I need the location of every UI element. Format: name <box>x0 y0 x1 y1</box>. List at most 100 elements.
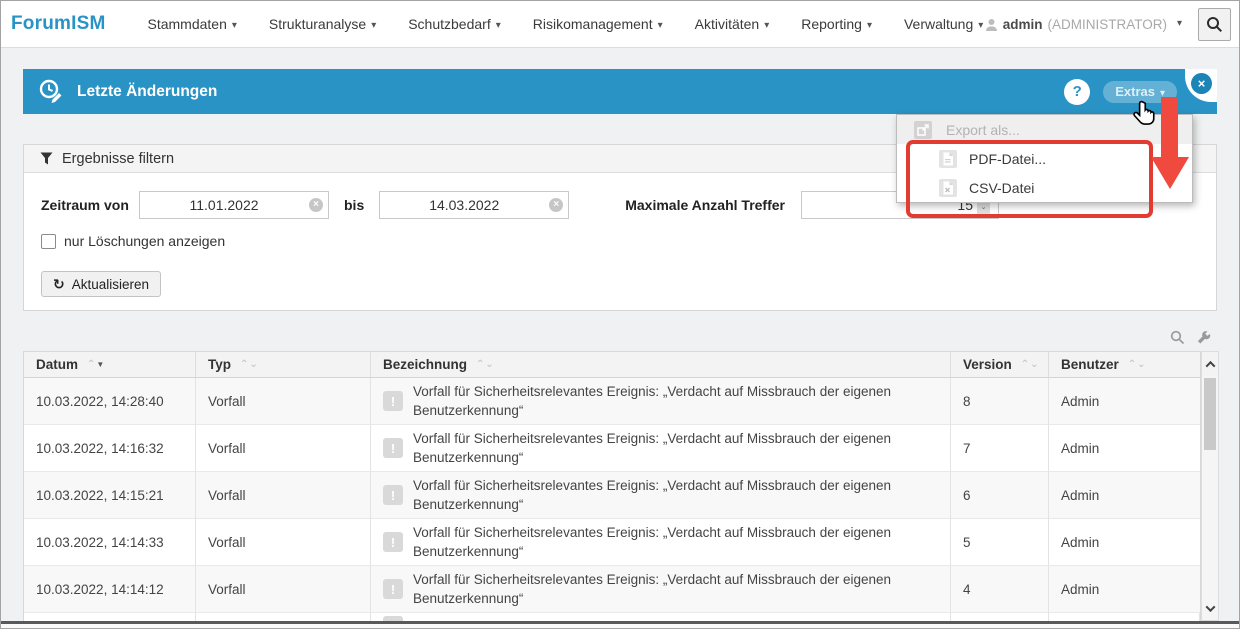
menu-aktivitaeten[interactable]: Aktivitäten▾ <box>695 16 770 32</box>
close-button[interactable]: × <box>1191 73 1212 94</box>
incident-exclamation-icon: ! <box>383 485 403 505</box>
clear-date-from-icon[interactable]: × <box>309 198 323 212</box>
date-to-input[interactable] <box>379 191 569 219</box>
table-row[interactable]: 10.03.2022, 14:14:12 Vorfall !Vorfall fü… <box>24 566 1200 613</box>
chevron-down-icon: ▾ <box>978 20 983 31</box>
cell-typ: Vorfall <box>196 378 371 425</box>
cell-version: 7 <box>951 425 1049 472</box>
table-row[interactable]: 10.03.2022, 14:14:33 Vorfall !Vorfall fü… <box>24 519 1200 566</box>
cell-version: 5 <box>951 519 1049 566</box>
menu-verwaltung[interactable]: Verwaltung▾ <box>904 16 983 32</box>
cell-datum: 10.03.2022, 14:14:12 <box>24 566 196 613</box>
cell-version: 4 <box>951 566 1049 613</box>
cell-bezeichnung: !Vorfall für Sicherheitsrelevantes Ereig… <box>371 519 951 566</box>
max-hits-label: Maximale Anzahl Treffer <box>625 197 785 213</box>
chevron-down-icon: ▾ <box>764 20 769 31</box>
sort-icon: ⌃⌄ <box>476 360 494 370</box>
cell-bezeichnung: !Vorfall für Sicherheitsrelevantes Ereig… <box>371 378 951 425</box>
date-to-label: bis <box>344 197 364 213</box>
user-icon <box>985 18 998 31</box>
chevron-down-icon: ▾ <box>1177 18 1182 29</box>
chevron-down-icon: ▾ <box>232 20 237 31</box>
sort-icon: ⌃⌄ <box>240 360 258 370</box>
cell-benutzer: Admin <box>1049 472 1200 519</box>
cell-benutzer: Admin <box>1049 519 1200 566</box>
cell-benutzer: Admin <box>1049 378 1200 425</box>
cell-typ: Vorfall <box>196 425 371 472</box>
cell-datum: 10.03.2022, 14:28:40 <box>24 378 196 425</box>
cell-datum: 10.03.2022, 14:16:32 <box>24 425 196 472</box>
forumism-window: ForumISM Stammdaten▾ Strukturanalyse▾ Sc… <box>0 0 1240 629</box>
annotation-arrow-head <box>1151 157 1189 189</box>
cell-typ: Vorfall <box>196 566 371 613</box>
table-header-row: Datum⌃▼ Typ⌃⌄ Bezeichnung⌃⌄ Version⌃⌄ Be… <box>24 352 1200 378</box>
panel-header: Letzte Änderungen ? Extras▾ × <box>23 69 1217 114</box>
menu-strukturanalyse[interactable]: Strukturanalyse▾ <box>269 16 376 32</box>
chevron-down-icon <box>1205 602 1215 612</box>
column-header-bezeichnung[interactable]: Bezeichnung⌃⌄ <box>371 352 951 378</box>
refresh-button[interactable]: ↻ Aktualisieren <box>41 271 161 297</box>
column-header-benutzer[interactable]: Benutzer⌃⌄ <box>1049 352 1200 378</box>
cell-typ: Vorfall <box>196 519 371 566</box>
cell-bezeichnung: !Vorfall für Sicherheitsrelevantes Ereig… <box>371 425 951 472</box>
table-row[interactable]: 10.03.2022, 14:15:21 Vorfall !Vorfall fü… <box>24 472 1200 519</box>
column-header-version[interactable]: Version⌃⌄ <box>951 352 1049 378</box>
date-from-input[interactable] <box>139 191 329 219</box>
cell-version: 6 <box>951 472 1049 519</box>
global-search-button[interactable] <box>1198 8 1231 41</box>
table-scrollbar[interactable] <box>1201 351 1219 621</box>
clock-pencil-icon <box>38 78 65 105</box>
incident-exclamation-icon: ! <box>383 579 403 599</box>
filter-row-checkbox: nur Löschungen anzeigen <box>41 233 225 249</box>
cell-datum: 10.03.2022, 14:14:33 <box>24 519 196 566</box>
cell-bezeichnung: !Vorfall für Sicherheitsrelevantes Ereig… <box>371 566 951 613</box>
help-button[interactable]: ? <box>1064 79 1090 105</box>
sort-icon: ⌃⌄ <box>1021 360 1039 370</box>
menu-stammdaten[interactable]: Stammdaten▾ <box>148 16 237 32</box>
cell-benutzer: Admin <box>1049 566 1200 613</box>
scroll-down-button[interactable] <box>1202 596 1218 620</box>
chevron-down-icon: ▾ <box>496 20 501 31</box>
cursor-hand-icon <box>1129 99 1159 129</box>
top-navbar: ForumISM Stammdaten▾ Strukturanalyse▾ Sc… <box>1 1 1239 48</box>
column-header-datum[interactable]: Datum⌃▼ <box>24 352 196 378</box>
table-toolbar <box>1170 330 1211 345</box>
main-menu: Stammdaten▾ Strukturanalyse▾ Schutzbedar… <box>148 16 984 32</box>
refresh-icon: ↻ <box>53 276 65 293</box>
filter-icon <box>40 152 53 165</box>
user-menu[interactable]: admin (ADMINISTRATOR) ▾ <box>985 17 1182 32</box>
sort-icon: ⌃▼ <box>87 360 104 370</box>
scroll-up-button[interactable] <box>1202 352 1218 376</box>
date-from-label: Zeitraum von <box>41 197 139 213</box>
table-row-partial[interactable] <box>24 613 1200 621</box>
search-icon <box>1206 16 1223 33</box>
deletions-checkbox[interactable] <box>41 234 56 249</box>
cell-version: 8 <box>951 378 1049 425</box>
column-header-typ[interactable]: Typ⌃⌄ <box>196 352 371 378</box>
menu-schutzbedarf[interactable]: Schutzbedarf▾ <box>408 16 501 32</box>
user-role: (ADMINISTRATOR) <box>1047 17 1167 32</box>
menu-risikomanagement[interactable]: Risikomanagement▾ <box>533 16 663 32</box>
changes-table: Datum⌃▼ Typ⌃⌄ Bezeichnung⌃⌄ Version⌃⌄ Be… <box>23 351 1201 622</box>
page-title: Letzte Änderungen <box>77 83 217 101</box>
deletions-checkbox-label: nur Löschungen anzeigen <box>64 233 225 249</box>
chevron-down-icon: ▾ <box>371 20 376 31</box>
cell-datum: 10.03.2022, 14:15:21 <box>24 472 196 519</box>
annotation-arrow <box>1161 97 1178 159</box>
app-logo[interactable]: ForumISM <box>11 13 106 35</box>
filter-row-dates: Zeitraum von × bis × Maximale Anzahl Tre… <box>41 191 999 219</box>
scrollbar-thumb[interactable] <box>1204 378 1216 450</box>
menu-reporting[interactable]: Reporting▾ <box>801 16 872 32</box>
panel-close-corner: × <box>1185 69 1217 102</box>
table-row[interactable]: 10.03.2022, 14:28:40 Vorfall !Vorfall fü… <box>24 378 1200 425</box>
incident-exclamation-icon: ! <box>383 532 403 552</box>
chevron-down-icon: ▾ <box>658 20 663 31</box>
cell-benutzer: Admin <box>1049 425 1200 472</box>
table-settings-wrench-icon[interactable] <box>1196 330 1211 345</box>
export-icon <box>914 121 932 139</box>
table-row[interactable]: 10.03.2022, 14:16:32 Vorfall !Vorfall fü… <box>24 425 1200 472</box>
chevron-down-icon: ▾ <box>867 20 872 31</box>
table-search-icon[interactable] <box>1170 330 1185 345</box>
cell-bezeichnung: !Vorfall für Sicherheitsrelevantes Ereig… <box>371 472 951 519</box>
cell-typ: Vorfall <box>196 472 371 519</box>
